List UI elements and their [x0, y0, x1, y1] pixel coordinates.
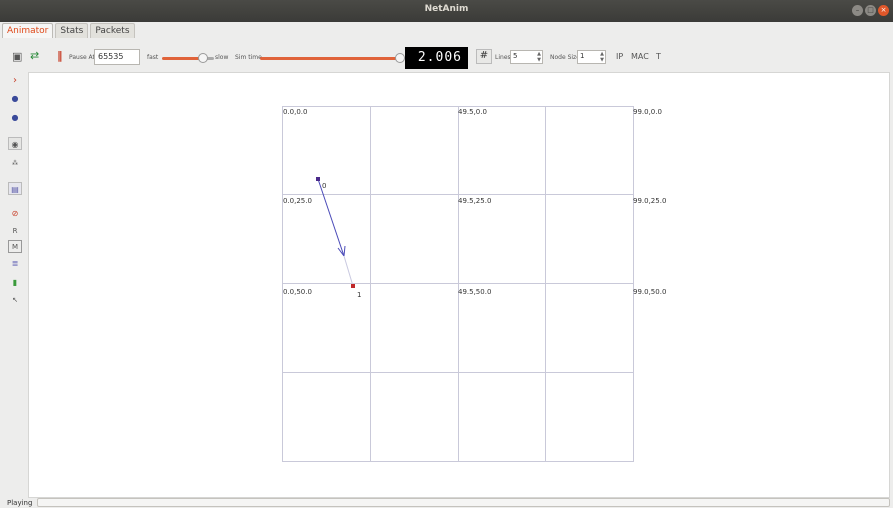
node-0[interactable]: [316, 177, 320, 181]
arrow-head-icon: [343, 245, 346, 257]
status-field: [37, 498, 890, 507]
status-text: Playing: [7, 499, 33, 507]
packet-trail: [343, 255, 354, 287]
status-bar: Playing: [0, 498, 893, 508]
node-1[interactable]: [351, 284, 355, 288]
packet-line: [317, 178, 345, 257]
node-label: 1: [357, 291, 362, 299]
packet-overlay: [316, 177, 355, 288]
node-label: 0: [322, 182, 327, 190]
